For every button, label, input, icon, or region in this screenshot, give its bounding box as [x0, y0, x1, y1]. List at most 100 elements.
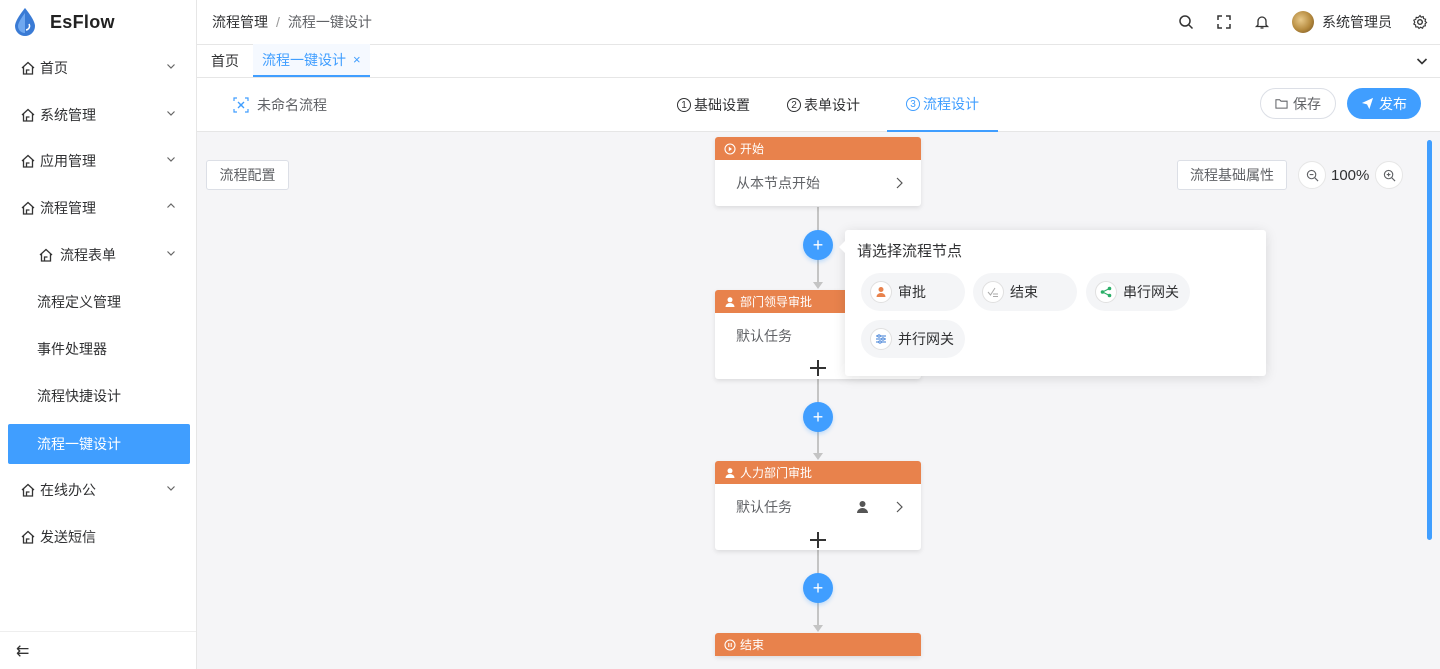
- node-type-label: 结束: [1010, 284, 1038, 300]
- tab-one-click-design[interactable]: 流程一键设计 ×: [253, 44, 370, 77]
- add-icon[interactable]: [810, 360, 826, 376]
- sidebar-item-apps[interactable]: 应用管理: [0, 141, 196, 181]
- node-text: 默认任务: [736, 328, 792, 344]
- node-type-label: 串行网关: [1123, 284, 1179, 300]
- sidebar-item-office[interactable]: 在线办公: [0, 470, 196, 510]
- approve-icon: [870, 281, 892, 303]
- step-form-design[interactable]: 2 表单设计: [777, 78, 870, 132]
- node-start[interactable]: 开始 从本节点开始: [715, 137, 921, 206]
- sidebar-item-label: 发送短信: [40, 529, 96, 545]
- flow-properties-button[interactable]: 流程基础属性: [1177, 160, 1287, 190]
- close-icon[interactable]: ×: [353, 52, 361, 67]
- node-type-label: 审批: [898, 284, 926, 300]
- play-circle-icon: [724, 142, 736, 155]
- node-type-parallel-gateway[interactable]: 并行网关: [861, 320, 965, 358]
- zoom-level: 100%: [1331, 167, 1370, 184]
- save-label: 保存: [1293, 95, 1321, 112]
- add-icon[interactable]: [810, 532, 826, 548]
- sidebar-item-label: 系统管理: [40, 107, 96, 123]
- tab-label: 流程一键设计: [262, 51, 346, 68]
- add-node-button[interactable]: +: [803, 230, 833, 260]
- drop-logo-icon: [15, 8, 35, 36]
- sidebar-item-label: 流程管理: [40, 200, 96, 216]
- node-title: 开始: [740, 142, 765, 156]
- save-button[interactable]: 保存: [1260, 88, 1336, 119]
- chevron-down-icon: [167, 486, 175, 491]
- chevron-down-icon: [167, 111, 175, 116]
- connector-arrow: [813, 282, 823, 289]
- sidebar: EsFlow 首页 系统管理 应用管理 流程管理 流程表单 流程定义管理 事件处…: [0, 0, 197, 669]
- node-title: 结束: [740, 638, 765, 652]
- home-icon: [20, 153, 36, 169]
- sidebar-item-process-form[interactable]: 流程表单: [0, 235, 196, 275]
- tags-bar: 首页 流程一键设计 ×: [197, 44, 1440, 78]
- avatar[interactable]: [1292, 11, 1314, 33]
- node-header: 开始: [715, 137, 921, 160]
- sidebar-item-label: 流程快捷设计: [37, 388, 121, 404]
- sidebar-item-system[interactable]: 系统管理: [0, 95, 196, 135]
- sidebar-item-process[interactable]: 流程管理: [0, 188, 196, 228]
- add-node-button[interactable]: +: [803, 573, 833, 603]
- chevron-right-icon: [896, 177, 903, 189]
- flow-name-text: 未命名流程: [257, 97, 327, 113]
- breadcrumb: 流程管理 / 流程一键设计: [212, 12, 372, 32]
- user-name[interactable]: 系统管理员: [1322, 12, 1392, 32]
- search-icon[interactable]: [1178, 14, 1194, 30]
- home-icon: [20, 200, 36, 216]
- sidebar-item-process-definition[interactable]: 流程定义管理: [0, 282, 196, 322]
- top-header: 流程管理 / 流程一键设计 系统管理员: [197, 0, 1440, 45]
- fullscreen-icon[interactable]: [1216, 14, 1232, 30]
- gear-icon[interactable]: [1412, 14, 1428, 30]
- step-label: 表单设计: [804, 97, 860, 113]
- add-node-button[interactable]: +: [803, 402, 833, 432]
- logo[interactable]: EsFlow: [0, 0, 196, 44]
- flow-name[interactable]: 未命名流程: [233, 95, 327, 115]
- node-text: 从本节点开始: [736, 175, 820, 191]
- flow-icon: [233, 97, 249, 113]
- sidebar-item-one-click-design[interactable]: 流程一键设计: [8, 424, 190, 464]
- tab-home[interactable]: 首页: [197, 44, 253, 77]
- node-hr-approval[interactable]: 人力部门审批 默认任务: [715, 461, 921, 550]
- chevron-right-icon: [896, 501, 903, 513]
- step-flow-design[interactable]: 3 流程设计: [887, 78, 998, 132]
- vertical-scrollbar[interactable]: [1427, 140, 1432, 540]
- node-title: 部门领导审批: [740, 295, 813, 309]
- node-type-end[interactable]: 结束: [973, 273, 1077, 311]
- zoom-in-button[interactable]: [1375, 161, 1403, 189]
- home-icon: [20, 60, 36, 76]
- node-header: 结束: [715, 633, 921, 656]
- connector-arrow: [813, 625, 823, 632]
- home-icon: [20, 107, 36, 123]
- collapse-icon: ⇇: [16, 642, 30, 660]
- node-type-serial-gateway[interactable]: 串行网关: [1086, 273, 1190, 311]
- bell-icon[interactable]: [1254, 14, 1270, 30]
- step-label: 流程设计: [923, 96, 979, 112]
- user-icon: [725, 296, 735, 307]
- chevron-down-icon[interactable]: [1416, 55, 1428, 67]
- step-number: 1: [677, 98, 691, 112]
- publish-label: 发布: [1379, 95, 1407, 112]
- user-icon: [725, 467, 735, 478]
- publish-button[interactable]: 发布: [1347, 88, 1421, 119]
- sidebar-item-event-handler[interactable]: 事件处理器: [0, 329, 196, 369]
- node-type-approve[interactable]: 审批: [861, 273, 965, 311]
- flow-canvas[interactable]: 流程配置 流程基础属性 100% 开始 从本节点开始 + 部门领导审批 默认任务: [197, 132, 1440, 669]
- sidebar-item-home[interactable]: 首页: [0, 48, 196, 88]
- send-icon: [1361, 97, 1374, 110]
- step-number: 3: [906, 97, 920, 111]
- assignee-icon: [857, 501, 868, 513]
- breadcrumb-item[interactable]: 流程管理: [212, 12, 268, 32]
- flow-config-button[interactable]: 流程配置: [206, 160, 289, 190]
- sidebar-item-label: 事件处理器: [37, 341, 107, 357]
- zoom-out-icon: [1306, 169, 1318, 181]
- node-end[interactable]: 结束: [715, 633, 921, 656]
- sidebar-item-sms[interactable]: 发送短信: [0, 517, 196, 557]
- connector-arrow: [813, 453, 823, 460]
- collapse-sidebar-button[interactable]: ⇇: [0, 631, 196, 669]
- node-text: 默认任务: [736, 499, 792, 515]
- plus-icon: +: [812, 234, 824, 255]
- header-actions: 系统管理员: [1178, 0, 1440, 44]
- zoom-out-button[interactable]: [1298, 161, 1326, 189]
- step-basic-settings[interactable]: 1 基础设置: [667, 78, 760, 132]
- sidebar-item-quick-design[interactable]: 流程快捷设计: [0, 376, 196, 416]
